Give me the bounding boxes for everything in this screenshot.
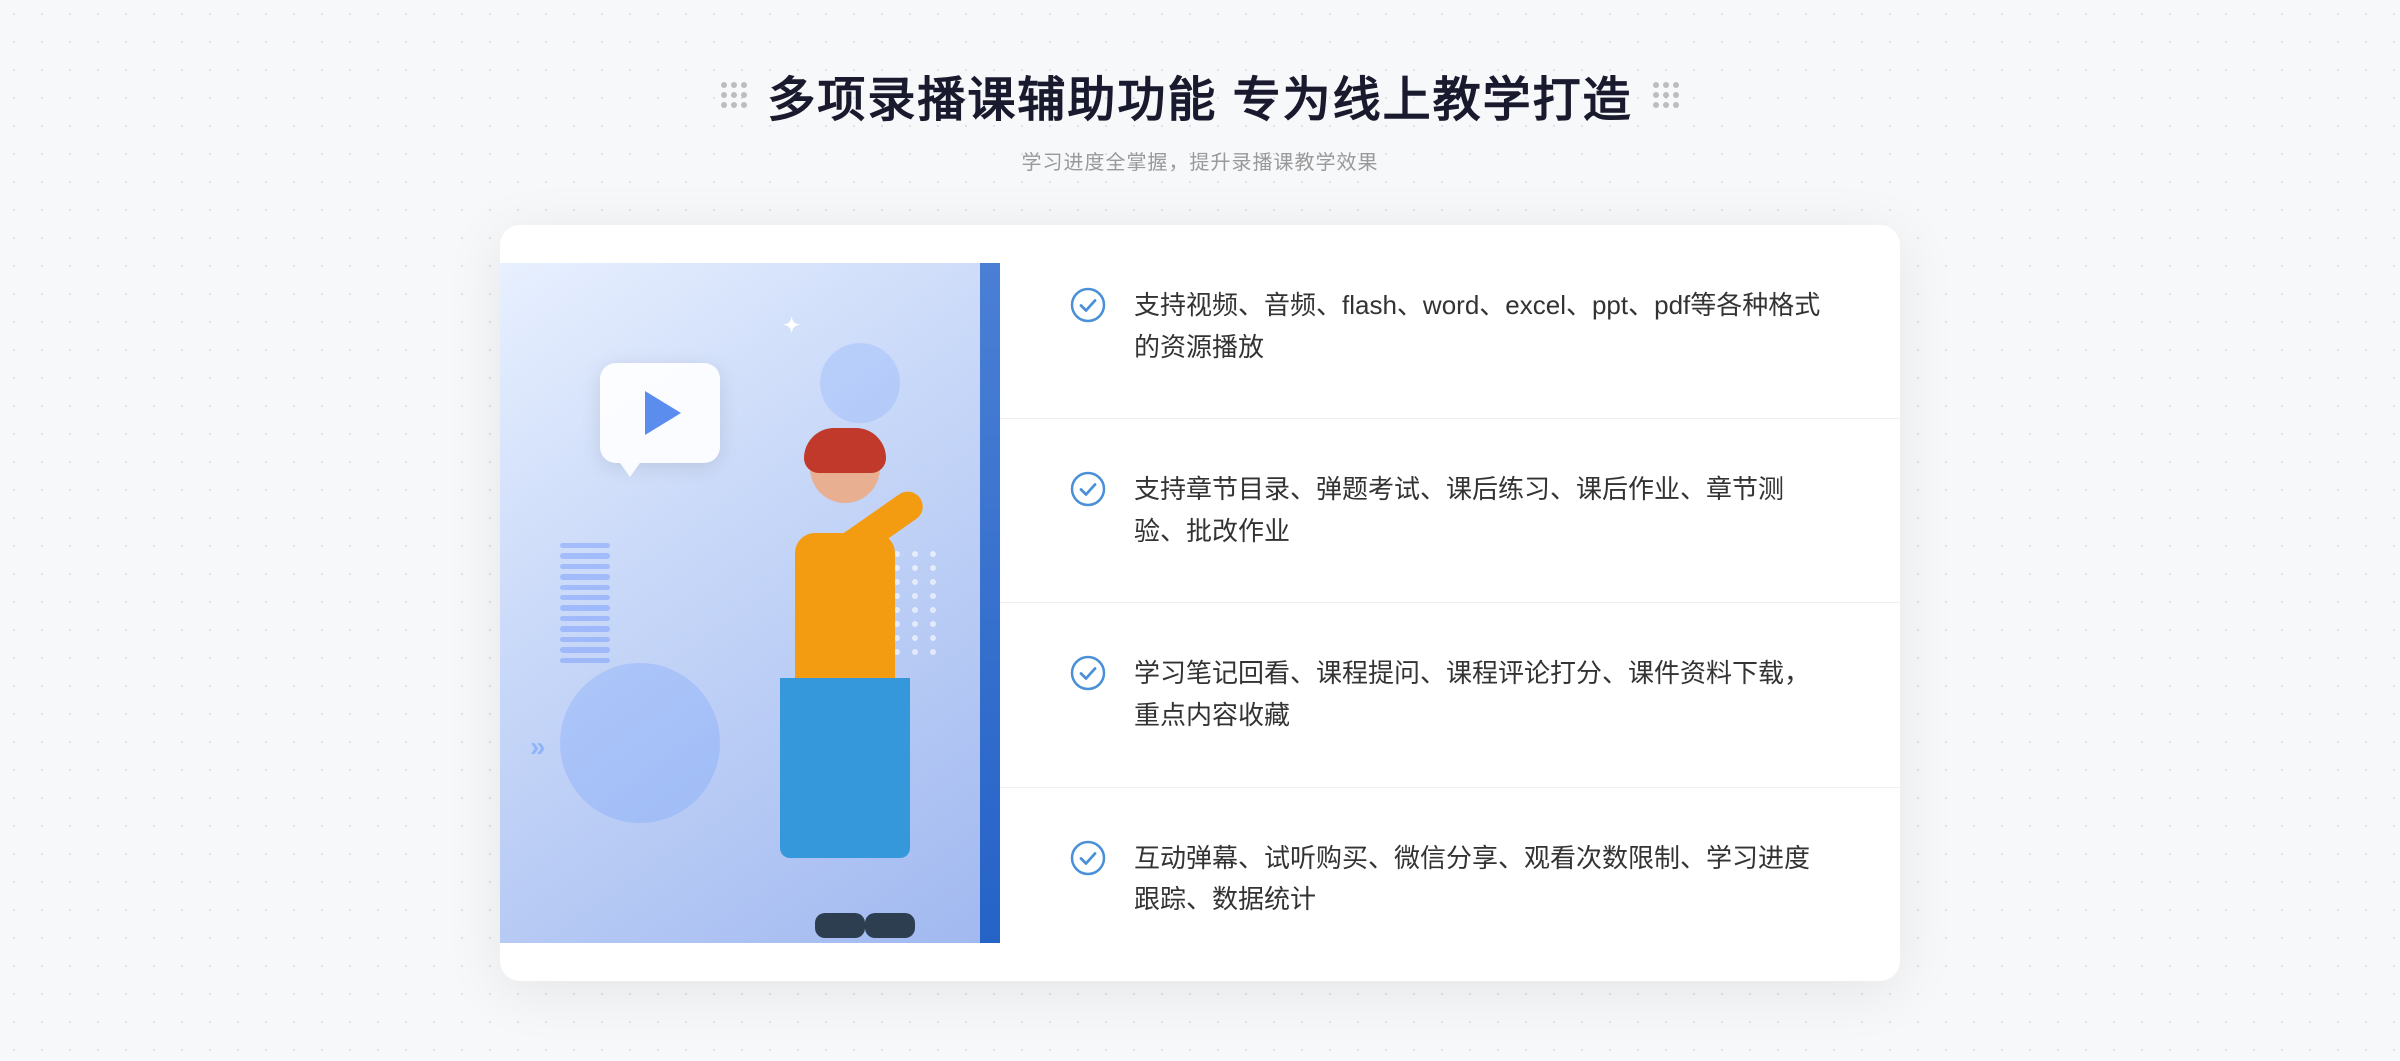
person-body (795, 533, 895, 693)
chevron-icon: » (530, 731, 546, 763)
check-icon-3 (1070, 655, 1106, 691)
feature-text-4: 互动弹幕、试听购买、微信分享、观看次数限制、学习进度跟踪、数据统计 (1134, 838, 1830, 921)
circle-decoration-large (560, 663, 720, 823)
feature-text-2: 支持章节目录、弹题考试、课后练习、课后作业、章节测验、批改作业 (1134, 469, 1830, 552)
sparkle-decoration: ✦ (783, 313, 800, 338)
check-icon-2 (1070, 471, 1106, 507)
feature-divider-2 (1000, 602, 1900, 603)
title-row: 多项录播课辅助功能 专为线上教学打造 (721, 60, 1678, 130)
play-triangle-icon (645, 391, 681, 435)
person-hair (804, 428, 886, 473)
play-bubble (600, 363, 720, 463)
page-header: 多项录播课辅助功能 专为线上教学打造 学习进度全掌握，提升录播课教学效果 (721, 60, 1678, 175)
feature-item-4: 互动弹幕、试听购买、微信分享、观看次数限制、学习进度跟踪、数据统计 (1070, 838, 1830, 921)
feature-text-3: 学习笔记回看、课程提问、课程评论打分、课件资料下载，重点内容收藏 (1134, 653, 1830, 736)
feature-divider-3 (1000, 787, 1900, 788)
stripes-decoration (560, 543, 610, 663)
person-illustration (720, 423, 960, 943)
feature-item-3: 学习笔记回看、课程提问、课程评论打分、课件资料下载，重点内容收藏 (1070, 653, 1830, 736)
check-icon-4 (1070, 840, 1106, 876)
person-foot-left (815, 913, 865, 938)
feature-item-2: 支持章节目录、弹题考试、课后练习、课后作业、章节测验、批改作业 (1070, 469, 1830, 552)
circle-decoration-small (820, 343, 900, 423)
dots-decoration-left (721, 82, 747, 108)
dots-decoration-right (1653, 82, 1679, 108)
features-panel: 支持视频、音频、flash、word、excel、ppt、pdf等各种格式的资源… (1000, 225, 1900, 981)
page-title: 多项录播课辅助功能 专为线上教学打造 (767, 60, 1632, 130)
feature-item-1: 支持视频、音频、flash、word、excel、ppt、pdf等各种格式的资源… (1070, 285, 1830, 368)
feature-divider-1 (1000, 418, 1900, 419)
content-card: // Generate dots for(let i = 0; i < 64; … (500, 225, 1900, 981)
blue-separator-bar (980, 263, 1000, 943)
person-foot-right (865, 913, 915, 938)
illustration-panel: // Generate dots for(let i = 0; i < 64; … (500, 263, 1000, 943)
check-icon-1 (1070, 287, 1106, 323)
page-subtitle: 学习进度全掌握，提升录播课教学效果 (1022, 146, 1379, 175)
feature-text-1: 支持视频、音频、flash、word、excel、ppt、pdf等各种格式的资源… (1134, 285, 1830, 368)
person-pants (780, 678, 910, 858)
